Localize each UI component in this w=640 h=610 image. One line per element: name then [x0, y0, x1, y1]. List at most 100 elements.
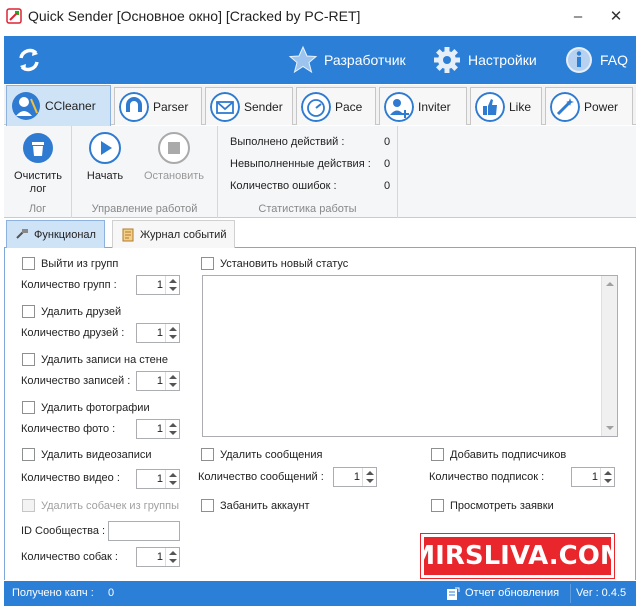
- broom-user-icon: [12, 92, 40, 120]
- checkbox-box[interactable]: [22, 401, 35, 414]
- delete-videos-checkbox[interactable]: Удалить видеозаписи: [22, 448, 151, 461]
- status-scrollbar[interactable]: [601, 276, 617, 436]
- start-button[interactable]: Начать: [80, 132, 130, 183]
- clear-log-label-2: лог: [29, 183, 47, 195]
- envelope-icon: [210, 91, 240, 122]
- play-icon: [89, 132, 121, 164]
- stop-button[interactable]: Остановить: [136, 132, 212, 183]
- ribbon-group-log: Очистить лог Лог: [4, 126, 72, 218]
- app-window: Quick Sender [Основное окно] [Cracked by…: [0, 0, 640, 610]
- info-icon: [566, 47, 592, 73]
- faq-button[interactable]: FAQ: [564, 36, 628, 84]
- status-textarea[interactable]: [202, 275, 618, 437]
- stat-done-value: 0: [384, 136, 391, 148]
- refresh-icon[interactable]: [14, 45, 44, 75]
- stat-errors-value: 0: [384, 180, 391, 192]
- tab-power[interactable]: Power: [545, 87, 633, 125]
- tab-pace[interactable]: Pace: [296, 87, 376, 125]
- checkbox-box[interactable]: [22, 499, 35, 512]
- settings-label: Настройки: [468, 52, 537, 68]
- set-status-label: Установить новый статус: [220, 257, 349, 270]
- delete-wall-posts-checkbox[interactable]: Удалить записи на стене: [22, 353, 168, 366]
- posts-count-stepper[interactable]: 1: [136, 371, 180, 391]
- close-button[interactable]: ✕: [602, 6, 630, 28]
- header-bar: Разработчик Настройки FAQ: [4, 36, 636, 84]
- faq-label: FAQ: [600, 52, 629, 68]
- tab-inviter[interactable]: Inviter: [379, 87, 467, 125]
- watermark-logo: MIRSLIVA.COM: [409, 533, 626, 579]
- title-bar: Quick Sender [Основное окно] [Cracked by…: [0, 0, 640, 34]
- checkbox-box[interactable]: [22, 353, 35, 366]
- subscribers-count-stepper[interactable]: 1: [571, 467, 615, 487]
- captcha-value: 0: [108, 587, 115, 599]
- gear-icon: [434, 47, 460, 73]
- update-report-link[interactable]: Отчет обновления: [465, 587, 559, 599]
- view-requests-checkbox[interactable]: Просмотреть заявки: [431, 499, 554, 512]
- checkbox-box[interactable]: [22, 257, 35, 270]
- messages-count-label: Количество сообщений :: [198, 471, 324, 483]
- community-id-label: ID Сообщества :: [21, 525, 106, 537]
- clear-log-label-1: Очистить: [14, 170, 62, 182]
- settings-button[interactable]: Настройки: [432, 36, 537, 84]
- checkbox-box[interactable]: [22, 448, 35, 461]
- clear-log-button[interactable]: Очистить лог: [8, 132, 68, 196]
- groups-count-stepper[interactable]: 1: [136, 275, 180, 295]
- checkbox-box[interactable]: [431, 448, 444, 461]
- clock-icon: [301, 91, 331, 122]
- ban-account-checkbox[interactable]: Забанить аккаунт: [201, 499, 310, 512]
- status-bar: Получено капч : 0 Отчет обновления Ver :…: [4, 581, 636, 606]
- tab-power-label: Power: [584, 99, 619, 114]
- photos-count-stepper[interactable]: 1: [136, 419, 180, 439]
- ribbon-group-control-label: Управление работой: [91, 203, 198, 215]
- community-id-input[interactable]: [108, 521, 180, 541]
- delete-videos-label: Удалить видеозаписи: [41, 448, 152, 461]
- ribbon-group-log-label: Лог: [28, 203, 47, 215]
- magic-wand-icon: [550, 91, 580, 122]
- delete-dogs-checkbox[interactable]: Удалить собачек из группы: [22, 499, 179, 512]
- tab-parser[interactable]: Parser: [114, 87, 202, 125]
- checkbox-box[interactable]: [22, 305, 35, 318]
- trash-icon: [23, 133, 53, 163]
- window-title: Quick Sender [Основное окно] [Cracked by…: [28, 8, 361, 24]
- delete-messages-checkbox[interactable]: Удалить сообщения: [201, 448, 322, 461]
- tab-functional[interactable]: Функционал: [6, 220, 105, 248]
- friends-count-value: 1: [156, 327, 163, 339]
- dogs-count-stepper[interactable]: 1: [136, 547, 180, 567]
- add-subscribers-checkbox[interactable]: Добавить подписчиков: [431, 448, 566, 461]
- tab-pace-label: Pace: [335, 99, 363, 114]
- tab-parser-label: Parser: [153, 99, 189, 114]
- minimize-button[interactable]: –: [564, 6, 592, 28]
- messages-count-stepper[interactable]: 1: [333, 467, 377, 487]
- delete-dogs-label: Удалить собачек из группы: [41, 499, 180, 512]
- delete-photos-label: Удалить фотографии: [41, 401, 150, 414]
- delete-photos-checkbox[interactable]: Удалить фотографии: [22, 401, 150, 414]
- checkbox-box[interactable]: [431, 499, 444, 512]
- videos-count-stepper[interactable]: 1: [136, 469, 180, 489]
- subscribers-count-value: 1: [591, 471, 598, 483]
- friends-count-stepper[interactable]: 1: [136, 323, 180, 343]
- leave-groups-checkbox[interactable]: Выйти из групп: [22, 257, 118, 270]
- stat-failed-label: Невыполненные действия :: [230, 158, 371, 170]
- checkbox-box[interactable]: [201, 499, 214, 512]
- set-status-checkbox[interactable]: Установить новый статус: [201, 257, 348, 270]
- tab-like-label: Like: [509, 99, 532, 114]
- dogs-count-value: 1: [156, 551, 163, 563]
- groups-count-value: 1: [156, 279, 163, 291]
- tab-event-log[interactable]: Журнал событий: [112, 220, 236, 248]
- delete-friends-checkbox[interactable]: Удалить друзей: [22, 305, 121, 318]
- tab-sender[interactable]: Sender: [205, 87, 293, 125]
- stop-icon: [158, 132, 190, 164]
- tab-like[interactable]: Like: [470, 87, 542, 125]
- tab-functional-label: Функционал: [34, 228, 96, 241]
- checkbox-box[interactable]: [201, 448, 214, 461]
- stat-errors-label: Количество ошибок :: [230, 180, 337, 192]
- dogs-count-label: Количество собак :: [21, 551, 118, 563]
- developer-button[interactable]: Разработчик: [288, 36, 406, 84]
- ribbon-group-control: Начать Остановить Управление работой: [72, 126, 218, 218]
- groups-count-label: Количество групп :: [21, 279, 117, 291]
- checkbox-box[interactable]: [201, 257, 214, 270]
- ribbon-group-stats: Выполнено действий : 0 Невыполненные дей…: [218, 126, 398, 218]
- view-requests-label: Просмотреть заявки: [450, 499, 554, 512]
- stat-done-label: Выполнено действий :: [230, 136, 345, 148]
- tab-ccleaner[interactable]: CCleaner: [6, 85, 111, 126]
